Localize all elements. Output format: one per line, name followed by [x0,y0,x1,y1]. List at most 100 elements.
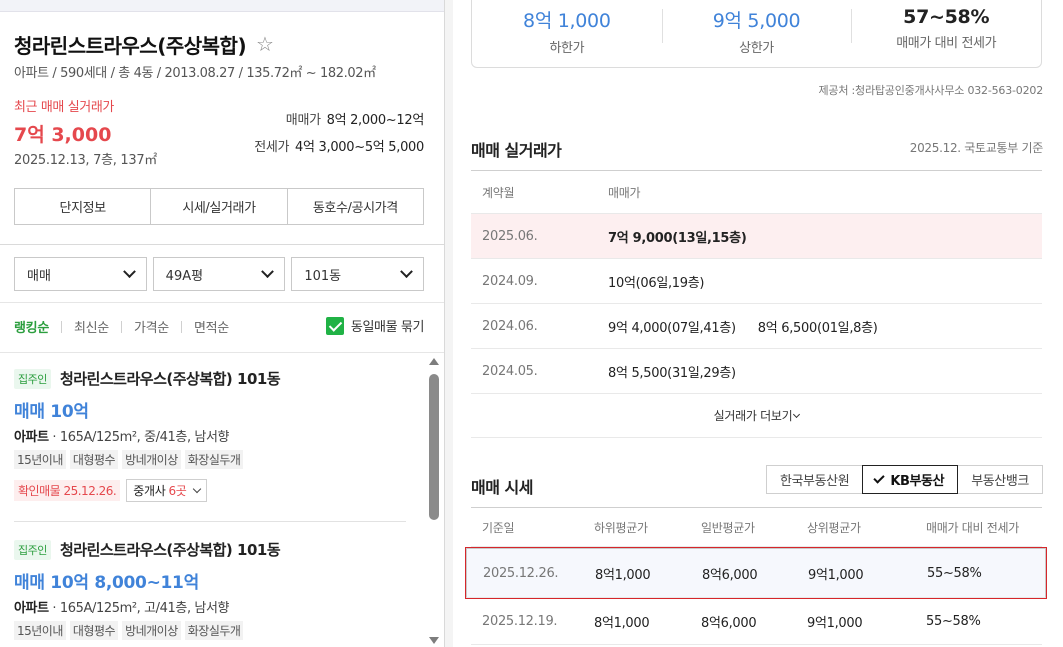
table-header: 기준일 하위평균가 일반평균가 상위평균가 매매가 대비 전세가 [471,507,1042,547]
table-row: 2024.05. 8억 5,500(31일,29층) [471,349,1042,394]
row-prices: 8억 5,500(31일,29층) [608,362,1042,381]
check-icon [873,472,885,484]
tag: 15년이내 [14,621,66,640]
listing-type: 아파트 [14,430,49,445]
table-row: 2024.06. 9억 4,000(07일,41층) 8억 6,500(01일,8… [471,304,1042,349]
source-tab-bank[interactable]: 부동산뱅크 [957,465,1043,494]
transactions-table: 계약월 매매가 2025.06. 7억 9,000(13일,15층) 2024.… [471,170,1042,438]
panel-top-bar [0,0,444,12]
header-upper: 상위평균가 [807,520,861,535]
price-entry: 9억 4,000(07일,41층) [608,320,736,336]
divider [120,320,122,333]
row-month: 2024.06. [482,318,538,334]
cell-ratio: 55~58% [927,565,982,581]
listing-spec: 아파트 · 165A/125m², 고/41층, 남서향 [14,597,409,616]
tab-price-history[interactable]: 시세/실거래가 [151,189,288,224]
stat-jeonse-ratio: 57~58% 매매가 대비 전세가 [851,0,1041,67]
row-prices: 10억(06일,19층) [608,272,1042,291]
jeonse-range-key: 전세가 [254,140,290,155]
sale-price-range: 매매가 8억 2,000~12억 [285,109,425,128]
checkbox-checked-icon [325,316,344,335]
listing-scrollbar[interactable] [428,356,440,647]
header-date: 기준일 [482,520,515,535]
header-price: 매매가 [608,185,641,200]
sort-price[interactable]: 가격순 [134,317,169,336]
cell-average: 8억6,000 [701,616,757,631]
listing-tags: 15년이내 대형평수 방네개이상 화장실두개 [14,450,409,469]
table-row-selected[interactable]: 2025.12.26. 8억1,000 8억6,000 9억1,000 55~5… [465,547,1047,599]
building-value: 101동 [304,268,342,284]
table-row: 2024.09. 10억(06일,19층) [471,259,1042,304]
sale-range-key: 매매가 [285,113,321,128]
stat-value: 9억 5,000 [712,10,801,32]
jeonse-range-value: 4억 3,000~5억 5,000 [295,140,424,155]
list-item[interactable]: 집주인 청라린스트라우스(주상복합) 101동 매매 10억 아파트 · 165… [14,368,409,502]
agent-count-button[interactable]: 중개사 6곳 [126,479,207,502]
chevron-down-icon [261,264,275,278]
detail-tabs: 단지정보 시세/실거래가 동호수/공시가격 [14,188,424,225]
group-same-listings-checkbox[interactable]: 동일매물 묶기 [325,316,424,335]
tag: 화장실두개 [184,621,244,640]
cell-average: 8억6,000 [702,567,758,583]
price-entry: 7억 9,000(13일,15층) [608,230,747,246]
list-item[interactable]: 집주인 청라린스트라우스(주상복합) 101동 매매 10억 8,000~11억… [14,539,409,640]
recent-trade-price: 7억 3,000 [14,124,112,146]
owner-badge: 집주인 [14,368,51,389]
building-select[interactable]: 101동 [291,257,425,291]
cell-upper: 9억1,000 [807,616,863,631]
divider [0,244,444,245]
tag: 대형평수 [69,621,119,640]
listing-detail: · 165A/125m², 고/41층, 남서향 [48,601,230,616]
header-lower: 하위평균가 [594,520,648,535]
row-month: 2024.09. [482,273,538,289]
chevron-down-icon [793,410,801,418]
stat-label: 하한가 [549,41,585,56]
scroll-up-arrow-icon[interactable] [429,358,439,365]
trade-type-select[interactable]: 매매 [14,257,147,291]
tag: 방네개이상 [122,621,181,640]
sort-latest[interactable]: 최신순 [74,317,109,336]
scroll-thumb[interactable] [429,374,439,520]
tab-complex-info[interactable]: 단지정보 [15,189,152,224]
price-detail-panel: 8억 1,000 하한가 9억 5,000 상한가 57~58% 매매가 대비 … [453,0,1063,647]
source-tab-kb[interactable]: KB부동산 [862,465,959,494]
header-month: 계약월 [482,185,515,200]
listing-spec: 아파트 · 165A/125m², 중/41층, 남서향 [14,426,409,445]
listing-price: 매매 10억 8,000~11억 [14,573,199,593]
source-tab-kb-label: KB부동산 [890,474,945,489]
listing-name: 청라린스트라우스(주상복합) 101동 [59,370,281,388]
apartment-title: 청라린스트라우스(주상복합) [14,34,247,58]
sale-range-value: 8억 2,000~12억 [326,113,425,128]
table-row[interactable]: 2025.12.19. 8억1,000 8억6,000 9억1,000 55~5… [471,599,1042,645]
confirmed-listing-badge: 확인매물 25.12.26. [14,480,121,501]
divider [0,352,444,353]
header-ratio: 매매가 대비 전세가 [926,520,1019,535]
chevron-down-icon [400,264,413,278]
stat-value: 8억 1,000 [523,10,611,32]
transactions-source: 2025.12. 국토교통부 기준 [909,141,1044,155]
sort-area[interactable]: 면적순 [194,317,229,336]
market-table: 기준일 하위평균가 일반평균가 상위평균가 매매가 대비 전세가 2025.12… [465,507,1047,645]
tag: 15년이내 [14,450,66,469]
stat-label: 매매가 대비 전세가 [896,36,997,51]
favorite-star-icon[interactable]: ☆ [256,32,274,56]
row-prices: 7억 9,000(13일,15층) [608,227,1042,246]
section-title-transactions: 매매 실거래가 [471,141,562,160]
recent-trade-label: 최근 매매 실거래가 [14,100,114,115]
tab-unit-official-price[interactable]: 동호수/공시가격 [288,189,423,224]
header-average: 일반평균가 [701,520,755,535]
group-same-listings-label: 동일매물 묶기 [350,320,424,335]
source-tab-reb[interactable]: 한국부동산원 [765,465,864,494]
scroll-down-arrow-icon[interactable] [429,637,439,644]
jeonse-price-range: 전세가 4억 3,000~5억 5,000 [254,136,424,155]
filter-selects: 매매 49A평 101동 [14,257,425,291]
agent-label: 중개사 [133,484,166,498]
more-transactions-button[interactable]: 실거래가 더보기 [471,394,1042,438]
price-entry: 8억 6,500(01일,8층) [757,320,878,336]
divider [0,302,444,303]
stat-upper-price: 9억 5,000 상한가 [661,0,852,67]
apartment-summary: 아파트 / 590세대 / 총 4동 / 2013.08.27 / 135.72… [14,66,376,81]
section-title-market: 매매 시세 [471,478,533,497]
area-select[interactable]: 49A평 [152,257,286,291]
sort-ranking[interactable]: 랭킹순 [14,317,49,336]
